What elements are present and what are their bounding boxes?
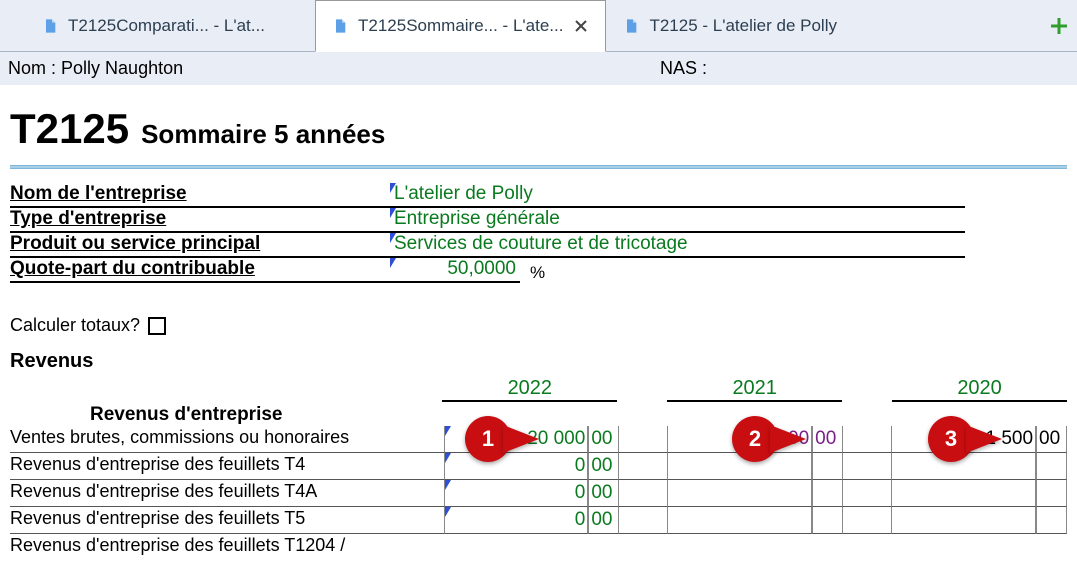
cell-2022-cents[interactable]: 00 <box>588 507 619 534</box>
doc-icon <box>332 16 348 36</box>
tab-label: T2125Comparati... - L'at... <box>68 16 265 36</box>
cell-2021-cents[interactable] <box>812 507 843 534</box>
cell-2020[interactable]: 1 500 <box>891 426 1036 453</box>
tab-bar: T2125Comparati... - L'at... T2125Sommair… <box>0 0 1077 52</box>
title-rule <box>10 165 1067 169</box>
cell-2022-cents[interactable]: 00 <box>588 426 619 453</box>
subsection-revenus-entreprise: Revenus d'entreprise <box>90 404 1067 426</box>
cell-2021[interactable] <box>667 453 812 480</box>
doc-icon <box>623 16 639 36</box>
cell-2022[interactable]: 20 000 <box>444 426 589 453</box>
tab-t2125[interactable]: T2125 - L'atelier de Polly <box>606 0 896 51</box>
section-revenus: Revenus <box>10 350 1067 373</box>
cell-2022[interactable]: 0 <box>444 453 589 480</box>
name-value: Polly Naughton <box>61 58 183 79</box>
cell-2020[interactable] <box>891 507 1036 534</box>
row-label: Revenus d'entreprise des feuillets T1204… <box>10 534 1060 561</box>
tab-label: T2125Sommaire... - L'ate... <box>358 16 563 36</box>
field-marker-icon <box>445 507 451 517</box>
form-code: T2125 <box>10 105 129 153</box>
share-input[interactable]: 50,0000 <box>390 258 520 283</box>
form-title: T2125 Sommaire 5 années <box>10 105 1067 153</box>
table-row: Revenus d'entreprise des feuillets T4 0 … <box>10 453 1067 480</box>
share-unit: % <box>520 263 545 283</box>
calc-totals-row: Calculer totaux? <box>10 315 1067 336</box>
cell-2020[interactable] <box>891 480 1036 507</box>
field-marker-icon <box>390 258 396 268</box>
tab-label: T2125 - L'atelier de Polly <box>649 16 837 36</box>
share-label: Quote-part du contribuable <box>10 258 390 283</box>
product-input[interactable]: Services de couture et de tricotage <box>390 233 965 258</box>
business-name-input[interactable]: L'atelier de Polly <box>390 183 965 208</box>
cell-2021[interactable] <box>667 480 812 507</box>
field-marker-icon <box>445 453 451 463</box>
name-label: Nom : <box>8 58 56 79</box>
table-row: Revenus d'entreprise des feuillets T4A 0… <box>10 480 1067 507</box>
cell-2020-cents[interactable] <box>1036 453 1067 480</box>
cell-2021-cents[interactable] <box>812 453 843 480</box>
year-2022: 2022 <box>442 377 617 402</box>
year-2020: 2020 <box>892 377 1067 402</box>
table-row: Revenus d'entreprise des feuillets T1204… <box>10 534 1067 561</box>
row-label: Revenus d'entreprise des feuillets T4A <box>10 480 444 507</box>
tab-t2125-sommaire[interactable]: T2125Sommaire... - L'ate... <box>315 0 606 52</box>
cell-2022[interactable]: 0 <box>444 480 589 507</box>
field-marker-icon <box>390 208 396 218</box>
table-row: Revenus d'entreprise des feuillets T5 0 … <box>10 507 1067 534</box>
close-icon[interactable] <box>573 18 589 34</box>
cell-2022-cents[interactable]: 00 <box>588 453 619 480</box>
row-label: Revenus d'entreprise des feuillets T5 <box>10 507 444 534</box>
product-label: Produit ou service principal <box>10 233 390 258</box>
business-type-label: Type d'entreprise <box>10 208 390 233</box>
row-label: Ventes brutes, commissions ou honoraires <box>10 426 444 453</box>
business-type-input[interactable]: Entreprise générale <box>390 208 965 233</box>
cell-2021-cents[interactable] <box>812 480 843 507</box>
calc-totals-label: Calculer totaux? <box>10 315 140 336</box>
field-marker-icon <box>445 426 451 436</box>
doc-icon <box>42 16 58 36</box>
cell-2021[interactable]: 3 600 <box>667 426 812 453</box>
new-tab-button[interactable] <box>1045 0 1073 51</box>
field-marker-icon <box>390 233 396 243</box>
identity-row: Nom : Polly Naughton NAS : <box>0 52 1077 85</box>
business-name-label: Nom de l'entreprise <box>10 183 390 208</box>
field-marker-icon <box>445 480 451 490</box>
cell-2021-cents[interactable]: 00 <box>812 426 843 453</box>
field-marker-icon <box>390 183 396 193</box>
year-2021: 2021 <box>667 377 842 402</box>
calc-totals-checkbox[interactable] <box>148 317 166 335</box>
cell-2020-cents[interactable]: 00 <box>1036 426 1067 453</box>
table-row: Ventes brutes, commissions ou honoraires… <box>10 426 1067 453</box>
nas-label: NAS : <box>660 58 707 79</box>
tab-t2125-comparatif[interactable]: T2125Comparati... - L'at... <box>25 0 315 51</box>
year-header: 2022 2021 2020 <box>10 377 1067 402</box>
cell-2020-cents[interactable] <box>1036 480 1067 507</box>
revenue-grid: Ventes brutes, commissions ou honoraires… <box>10 426 1067 561</box>
form-subtitle: Sommaire 5 années <box>141 119 385 150</box>
cell-2022[interactable]: 0 <box>444 507 589 534</box>
cell-2021[interactable] <box>667 507 812 534</box>
cell-2020-cents[interactable] <box>1036 507 1067 534</box>
cell-2020[interactable] <box>891 453 1036 480</box>
cell-2022-cents[interactable]: 00 <box>588 480 619 507</box>
row-label: Revenus d'entreprise des feuillets T4 <box>10 453 444 480</box>
